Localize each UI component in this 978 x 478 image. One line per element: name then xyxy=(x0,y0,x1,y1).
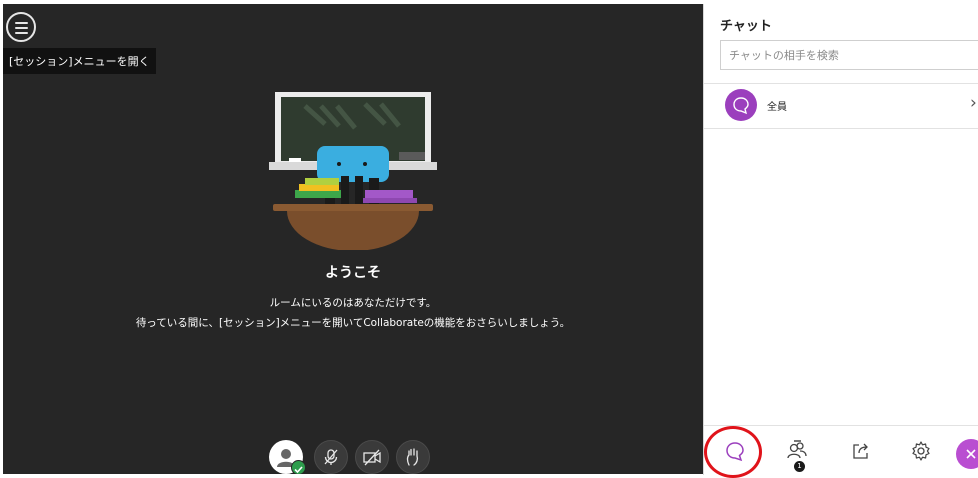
attendees-grip xyxy=(794,440,801,442)
check-icon xyxy=(291,460,306,474)
hamburger-line-bottom xyxy=(15,32,28,34)
welcome-message-line2: 待っている間に、[セッション]メニューを開いてCollaborateの機能をおさ… xyxy=(135,317,571,329)
raise-hand-button[interactable] xyxy=(396,440,430,474)
chat-panel-title: チャット xyxy=(720,19,772,34)
attendee-count-badge: 1 xyxy=(794,461,805,472)
chat-item-everyone[interactable]: 全員 › xyxy=(704,84,978,128)
divider xyxy=(704,128,978,129)
welcome-title: ようこそ xyxy=(325,265,381,281)
welcome-message-line1: ルームにいるのはあなただけです。 xyxy=(269,297,437,309)
hamburger-line-top xyxy=(15,22,28,24)
chat-icon xyxy=(726,442,744,462)
close-panel-button[interactable] xyxy=(956,439,978,469)
close-icon xyxy=(966,449,976,459)
tab-settings[interactable] xyxy=(904,434,938,468)
chat-item-label: 全員 xyxy=(767,102,787,113)
desk-top xyxy=(273,204,433,211)
main-stage: [セッション]メニューを開く ようこそ ルームにいるのはあなただけです。 待って… xyxy=(3,4,703,474)
hamburger-line-middle xyxy=(15,27,28,29)
panel-tab-bar: 1 xyxy=(704,425,978,476)
settings-icon xyxy=(912,441,930,461)
raise-hand-icon xyxy=(406,448,419,466)
session-menu-tooltip: [セッション]メニューを開く xyxy=(3,48,156,74)
classroom-illustration xyxy=(269,92,437,250)
chat-bubble-icon xyxy=(733,97,749,115)
chat-search-input[interactable] xyxy=(720,40,978,70)
everyone-avatar xyxy=(725,89,757,121)
camera-off-icon xyxy=(363,449,381,466)
camera-toggle-button[interactable] xyxy=(355,440,389,474)
share-content-icon xyxy=(853,443,868,459)
tab-chat[interactable] xyxy=(718,434,752,468)
attendees-icon xyxy=(787,442,807,459)
tab-share-content[interactable] xyxy=(844,434,878,468)
chevron-right-icon: › xyxy=(970,93,977,113)
session-menu-button[interactable] xyxy=(6,12,36,42)
microphone-off-icon xyxy=(324,449,338,465)
desk-shadow xyxy=(287,211,419,250)
chat-panel: チャット 全員 › 1 xyxy=(703,4,978,475)
microphone-toggle-button[interactable] xyxy=(314,440,348,474)
